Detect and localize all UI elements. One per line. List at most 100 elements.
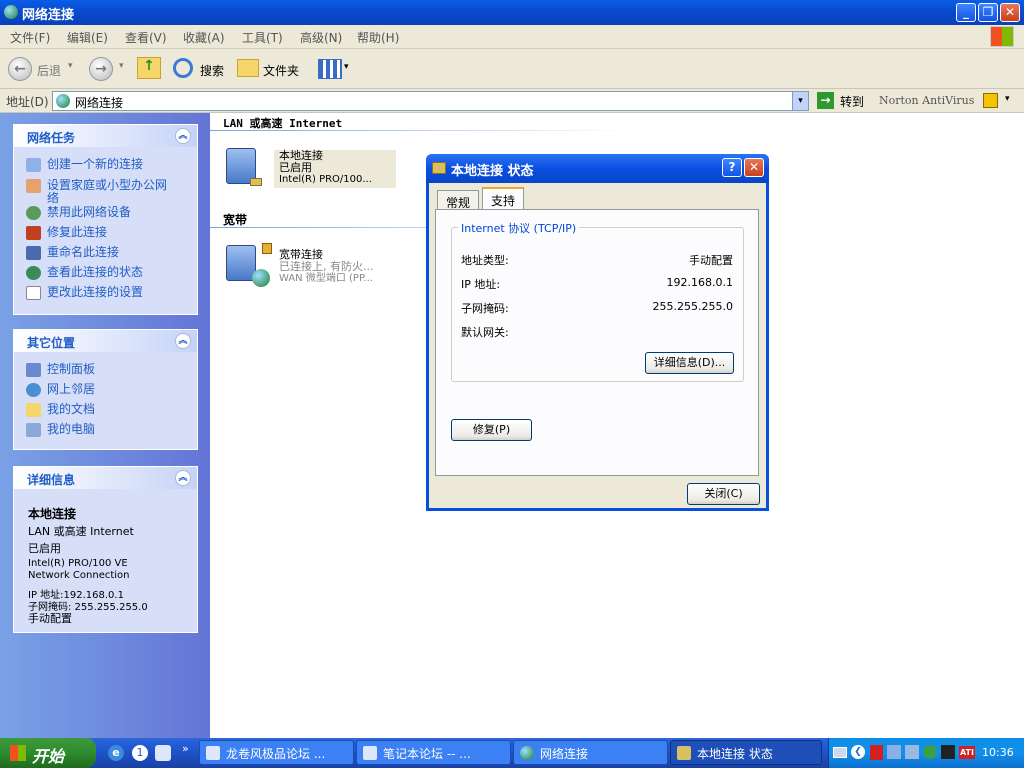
place-network-neighborhood[interactable]: 网上邻居	[26, 383, 177, 397]
address-type-label: 地址类型:	[461, 254, 509, 267]
new-connection-icon	[26, 158, 41, 172]
close-button[interactable]: ✕	[1000, 3, 1020, 22]
keyboard-icon[interactable]	[833, 747, 847, 758]
taskbar-item-connection-status[interactable]: 本地连接 状态	[670, 740, 822, 765]
go-arrow-icon[interactable]: →	[817, 92, 834, 109]
task-create-connection[interactable]: 创建一个新的连接	[26, 158, 177, 172]
lock-icon	[262, 243, 272, 254]
minimize-button[interactable]: _	[956, 3, 976, 22]
place-my-computer[interactable]: 我的电脑	[26, 423, 177, 437]
up-folder-icon[interactable]: ↑	[137, 57, 161, 79]
details-type: LAN 或高速 Internet	[28, 525, 134, 538]
address-dropdown-button[interactable]: ▾	[792, 92, 808, 110]
collapse-chevron-icon[interactable]: ︽	[175, 128, 191, 144]
details-header[interactable]: 详细信息 ︽	[14, 467, 197, 489]
browser-icon	[206, 746, 220, 760]
close-dialog-button[interactable]: 关闭(C)	[687, 483, 760, 505]
menu-help[interactable]: 帮助(H)	[357, 29, 399, 46]
app-tray-icon[interactable]	[941, 745, 955, 759]
help-button[interactable]: ?	[722, 158, 742, 177]
task-disable-device[interactable]: 禁用此网络设备	[26, 206, 177, 220]
app-quicklaunch-icon[interactable]	[155, 745, 171, 761]
network-tasks-panel: 网络任务 ︽ 创建一个新的连接 设置家庭或小型办公网络 禁用此网络设备 修复此连…	[13, 124, 198, 315]
dialog-close-button[interactable]: ✕	[744, 158, 764, 177]
wrench-icon	[26, 226, 41, 240]
task-change-settings[interactable]: 更改此连接的设置	[26, 286, 177, 300]
globe-tray-icon[interactable]	[923, 745, 937, 759]
rename-icon	[26, 246, 41, 260]
search-icon[interactable]	[173, 58, 193, 78]
norton-antivirus-label[interactable]: Norton AntiVirus	[879, 94, 974, 107]
norton-tray-icon[interactable]	[870, 745, 883, 760]
collapse-chevron-icon[interactable]: ︽	[175, 333, 191, 349]
place-my-documents[interactable]: 我的文档	[26, 403, 177, 417]
address-bar: 地址(D) 网络连接 ▾ → 转到 Norton AntiVirus ▾	[0, 89, 1024, 113]
back-button-label[interactable]: 后退	[37, 62, 61, 79]
place-control-panel[interactable]: 控制面板	[26, 363, 177, 377]
back-dropdown-icon[interactable]: ▾	[68, 61, 73, 71]
collapse-chevron-icon[interactable]: ︽	[175, 470, 191, 486]
address-input[interactable]: 网络连接 ▾	[52, 91, 809, 111]
menu-advanced[interactable]: 高级(N)	[300, 29, 342, 46]
search-button-label[interactable]: 搜索	[200, 62, 224, 79]
norton-dropdown-icon[interactable]: ▾	[1005, 94, 1010, 104]
details-device-line2: Network Connection	[28, 570, 130, 581]
folders-button-label[interactable]: 文件夹	[263, 62, 299, 79]
ie-quicklaunch-icon[interactable]: e	[108, 745, 124, 761]
clock[interactable]: 10:36	[982, 746, 1014, 759]
folders-icon[interactable]	[237, 59, 259, 77]
ati-tray-icon[interactable]: ATI	[959, 746, 975, 759]
qq-quicklaunch-icon[interactable]: 1	[132, 745, 148, 761]
menu-view[interactable]: 查看(V)	[125, 29, 167, 46]
tray-expand-icon[interactable]: ❮	[851, 745, 865, 759]
volume-tray-icon[interactable]	[905, 745, 919, 759]
details-device-line1: Intel(R) PRO/100 VE	[28, 558, 128, 569]
details-button[interactable]: 详细信息(D)...	[645, 352, 734, 374]
quicklaunch-expand-icon[interactable]: »	[182, 742, 189, 755]
forward-arrow-icon[interactable]: →	[89, 57, 113, 81]
menu-favorites[interactable]: 收藏(A)	[183, 29, 225, 46]
lan-device: Intel(R) PRO/100...	[279, 174, 372, 185]
tab-support[interactable]: 支持	[482, 187, 525, 211]
taskbar-item-forum2[interactable]: 笔记本论坛 -- ...	[356, 740, 511, 765]
task-view-status[interactable]: 查看此连接的状态	[26, 266, 177, 280]
network-tasks-title: 网络任务	[27, 131, 76, 145]
tcpip-groupbox: Internet 协议 (TCP/IP) 地址类型: 手动配置 IP 地址: 192…	[451, 220, 744, 382]
back-arrow-icon[interactable]: ←	[8, 57, 32, 81]
task-rename-connection[interactable]: 重命名此连接	[26, 246, 177, 260]
task-setup-home-network[interactable]: 设置家庭或小型办公网络	[26, 179, 177, 205]
norton-icon[interactable]	[983, 93, 998, 108]
forward-dropdown-icon[interactable]: ▾	[119, 61, 124, 71]
dialog-body: 常规 支持 Internet 协议 (TCP/IP) 地址类型: 手动配置 IP …	[429, 183, 766, 508]
tab-general[interactable]: 常规	[437, 190, 480, 210]
taskbar-item-network-connections[interactable]: 网络连接	[513, 740, 668, 765]
broadband-connection-item[interactable]: 宽带连接 已连接上, 有防火... WAN 微型端口 (PP...	[224, 243, 414, 291]
details-title: 详细信息	[27, 473, 76, 487]
restore-button[interactable]: ❐	[978, 3, 998, 22]
taskbar-item-forum1[interactable]: 龙卷风极品论坛 ...	[199, 740, 354, 765]
address-type-value: 手动配置	[689, 254, 733, 267]
views-icon[interactable]	[318, 59, 342, 79]
network-tray-icon[interactable]	[887, 745, 901, 759]
ip-address-value: 192.168.0.1	[666, 276, 733, 289]
menu-tools[interactable]: 工具(T)	[242, 29, 283, 46]
menu-file[interactable]: 文件(F)	[10, 29, 50, 46]
support-tab-panel: Internet 协议 (TCP/IP) 地址类型: 手动配置 IP 地址: 192…	[435, 209, 759, 476]
network-tasks-header[interactable]: 网络任务 ︽	[14, 125, 197, 147]
network-places-icon	[26, 383, 41, 397]
repair-button[interactable]: 修复(P)	[451, 419, 532, 441]
task-repair-connection[interactable]: 修复此连接	[26, 226, 177, 240]
start-button[interactable]: 开始	[0, 738, 96, 768]
address-value: 网络连接	[75, 96, 124, 110]
lan-cable-icon	[250, 178, 262, 186]
local-connection-item[interactable]: 本地连接 已启用 Intel(R) PRO/100...	[224, 146, 398, 188]
other-places-header[interactable]: 其它位置 ︽	[14, 330, 197, 352]
network-connections-icon	[520, 746, 534, 760]
dialog-titlebar[interactable]: 本地连接 状态 ? ✕	[426, 154, 769, 183]
window-titlebar[interactable]: 网络连接 _ ❐ ✕	[0, 0, 1024, 25]
views-dropdown-icon[interactable]: ▾	[344, 62, 349, 72]
menu-edit[interactable]: 编辑(E)	[67, 29, 108, 46]
group-divider	[210, 130, 630, 131]
go-button-label[interactable]: 转到	[840, 93, 864, 110]
task-pane: 网络任务 ︽ 创建一个新的连接 设置家庭或小型办公网络 禁用此网络设备 修复此连…	[0, 113, 210, 738]
